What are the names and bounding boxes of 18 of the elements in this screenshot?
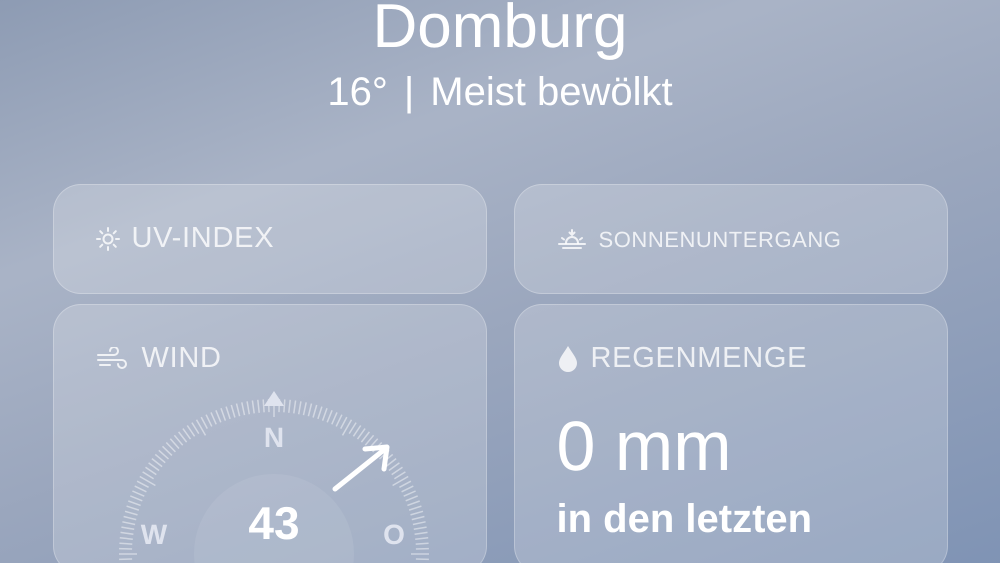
compass-east: O xyxy=(382,518,404,550)
card-title: REGENMENGE xyxy=(590,341,808,376)
wind-icon xyxy=(96,346,130,371)
card-title: WIND xyxy=(142,341,222,376)
card-title: UV-INDEX xyxy=(132,221,274,256)
city-name: Domburg xyxy=(372,0,628,58)
temperature: 16° xyxy=(327,72,388,112)
sunset-icon xyxy=(556,227,586,251)
separator: | xyxy=(404,72,414,112)
north-marker-icon xyxy=(264,390,284,406)
sun-icon xyxy=(96,227,120,251)
wind-direction-arrow xyxy=(332,444,389,491)
card-title: SONNENUNTERGANG xyxy=(598,226,842,254)
raindrop-icon xyxy=(556,344,578,373)
rain-amount: 0 mm xyxy=(556,410,732,480)
rain-period: in den letzten xyxy=(556,498,814,538)
condition: Meist bewölkt xyxy=(430,72,673,112)
wind-speed: 43 xyxy=(248,496,300,548)
